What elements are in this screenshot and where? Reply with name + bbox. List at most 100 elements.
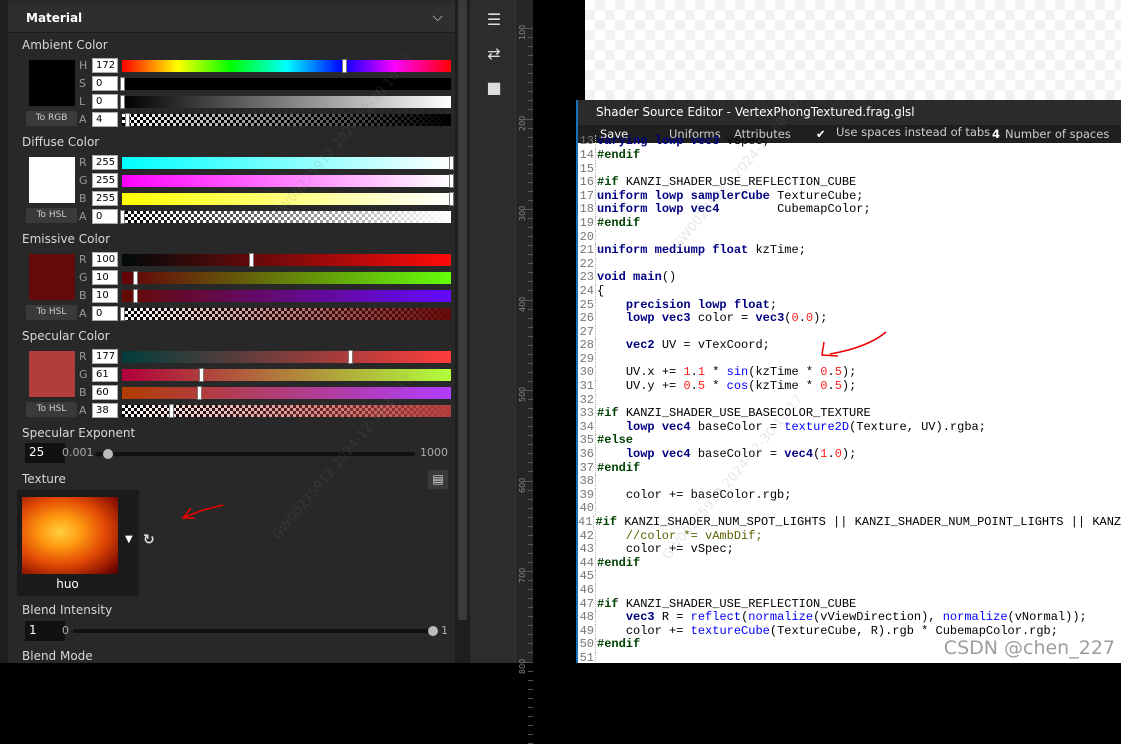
- ambient-s-slider[interactable]: [120, 77, 451, 91]
- code-line[interactable]: 47 #if KANZI_SHADER_USE_REFLECTION_CUBE: [578, 597, 1121, 612]
- emissive-r-input[interactable]: 100: [92, 252, 118, 267]
- slider-knob[interactable]: [428, 626, 438, 636]
- blend-intensity-input[interactable]: 1: [25, 621, 65, 641]
- ambient-convert-button[interactable]: To RGB: [26, 111, 77, 126]
- code-text[interactable]: UV.y += 0.5 * cos(kzTime * 0.5);: [597, 379, 857, 394]
- slider-thumb[interactable]: [120, 77, 125, 91]
- slider-thumb[interactable]: [198, 368, 204, 382]
- code-line[interactable]: 33 #if KANZI_SHADER_USE_BASECOLOR_TEXTURE: [578, 406, 1121, 421]
- code-text[interactable]: #else: [597, 434, 633, 448]
- code-area[interactable]: 13 varying lowp vec3 vSpec; 14 #endif 15 16 #i…: [578, 135, 1121, 663]
- slider-thumb[interactable]: [120, 210, 125, 224]
- code-line[interactable]: 46: [578, 583, 1121, 598]
- code-text[interactable]: void main(): [597, 271, 676, 285]
- code-text[interactable]: {: [597, 284, 604, 299]
- specular-color-swatch[interactable]: [29, 351, 75, 397]
- code-text[interactable]: lowp vec3 color = vec3(0.0);: [597, 311, 828, 326]
- code-line[interactable]: 34 lowp vec4 baseColor = texture2D(Textu…: [578, 420, 1121, 435]
- diffuse-a-input[interactable]: 0: [92, 209, 118, 224]
- code-line[interactable]: 39 color += baseColor.rgb;: [578, 488, 1121, 503]
- node-tree-icon[interactable]: ⇄: [484, 44, 504, 63]
- code-text[interactable]: #endif: [597, 638, 640, 652]
- diffuse-r-slider[interactable]: [122, 156, 454, 170]
- diffuse-convert-button[interactable]: To HSL: [26, 208, 77, 223]
- code-line[interactable]: 14 #endif: [578, 148, 1121, 163]
- code-text[interactable]: vec2 UV = vTexCoord;: [597, 338, 770, 353]
- code-line[interactable]: 40: [578, 502, 1121, 517]
- emissive-a-slider[interactable]: [120, 307, 451, 321]
- texture-thumbnail-box[interactable]: huo: [17, 490, 139, 596]
- code-text[interactable]: #endif: [597, 461, 640, 476]
- slider-thumb[interactable]: [125, 113, 131, 127]
- code-line[interactable]: 42 //color *= vAmbDif;: [578, 529, 1121, 544]
- slider-thumb[interactable]: [348, 350, 354, 364]
- camera-icon[interactable]: ■: [484, 78, 504, 97]
- material-header[interactable]: Material ⌵: [8, 3, 455, 33]
- slider-thumb[interactable]: [169, 404, 175, 418]
- code-text[interactable]: vec3 R = reflect(normalize(vViewDirectio…: [597, 610, 1087, 625]
- blend-intensity-slider[interactable]: [73, 629, 433, 633]
- code-text[interactable]: color += vSpec;: [597, 542, 734, 557]
- diffuse-a-slider[interactable]: [120, 210, 451, 224]
- diffuse-b-slider[interactable]: [122, 192, 454, 206]
- slider-thumb[interactable]: [120, 95, 125, 109]
- texture-browser-icon[interactable]: ▤: [428, 470, 448, 489]
- code-line[interactable]: 36 lowp vec4 baseColor = vec4(1.0);: [578, 447, 1121, 462]
- specular-convert-button[interactable]: To HSL: [26, 402, 77, 417]
- code-line[interactable]: 44 #endif: [578, 556, 1121, 571]
- code-line[interactable]: 35 #else: [578, 434, 1121, 449]
- ambient-l-slider[interactable]: [120, 95, 451, 109]
- ambient-color-swatch[interactable]: [29, 60, 75, 106]
- code-line[interactable]: 37 #endif: [578, 461, 1121, 476]
- code-line[interactable]: 19 #endif: [578, 216, 1121, 231]
- code-line[interactable]: 25 precision lowp float;: [578, 298, 1121, 313]
- specular-r-input[interactable]: 177: [92, 349, 118, 364]
- slider-thumb[interactable]: [449, 174, 454, 188]
- ambient-a-slider[interactable]: [122, 113, 451, 127]
- specular-g-slider[interactable]: [122, 368, 451, 382]
- specular-a-input[interactable]: 38: [92, 403, 118, 418]
- slider-thumb[interactable]: [132, 271, 138, 285]
- emissive-color-swatch[interactable]: [29, 254, 75, 300]
- code-text[interactable]: #endif: [597, 556, 640, 571]
- code-text[interactable]: //color *= vAmbDif;: [597, 529, 763, 544]
- code-line[interactable]: 41 #if KANZI_SHADER_NUM_SPOT_LIGHTS || KA…: [578, 515, 1121, 530]
- code-line[interactable]: 31 UV.y += 0.5 * cos(kzTime * 0.5);: [578, 379, 1121, 394]
- code-line[interactable]: 17 uniform lowp samplerCube TextureCube;: [578, 189, 1121, 204]
- code-line[interactable]: 30 UV.x += 1.1 * sin(kzTime * 0.5);: [578, 366, 1121, 381]
- code-line[interactable]: 13 varying lowp vec3 vSpec;: [578, 135, 1121, 149]
- ambient-l-input[interactable]: 0: [92, 94, 118, 109]
- slider-knob[interactable]: [102, 449, 113, 459]
- code-line[interactable]: 20: [578, 230, 1121, 245]
- code-line[interactable]: 32: [578, 393, 1121, 408]
- layers-icon[interactable]: ☰: [484, 10, 504, 29]
- code-text[interactable]: #if KANZI_SHADER_USE_REFLECTION_CUBE: [597, 597, 856, 612]
- code-line[interactable]: 43 color += vSpec;: [578, 542, 1121, 557]
- code-line[interactable]: 21 uniform mediump float kzTime;: [578, 243, 1121, 258]
- slider-thumb[interactable]: [197, 386, 203, 400]
- code-line[interactable]: 24{: [578, 284, 1121, 299]
- slider-thumb[interactable]: [449, 156, 454, 170]
- emissive-a-input[interactable]: 0: [92, 306, 118, 321]
- code-line[interactable]: 15: [578, 162, 1121, 177]
- emissive-b-input[interactable]: 10: [92, 288, 118, 303]
- ambient-h-input[interactable]: 172: [92, 58, 118, 73]
- chevron-down-icon[interactable]: ⌵: [432, 9, 443, 25]
- code-text[interactable]: color += baseColor.rgb;: [597, 488, 792, 503]
- specular-b-slider[interactable]: [122, 386, 451, 400]
- code-text[interactable]: #if KANZI_SHADER_USE_BASECOLOR_TEXTURE: [597, 406, 871, 421]
- code-text[interactable]: UV.x += 1.1 * sin(kzTime * 0.5);: [597, 366, 857, 380]
- code-line[interactable]: 26 lowp vec3 color = vec3(0.0);: [578, 311, 1121, 326]
- code-text[interactable]: #if KANZI_SHADER_NUM_SPOT_LIGHTS || KANZ…: [595, 515, 1121, 530]
- reset-icon[interactable]: ↻: [143, 532, 155, 548]
- specular-exponent-input[interactable]: 25: [25, 443, 65, 463]
- specular-exponent-slider[interactable]: [95, 452, 415, 456]
- code-text[interactable]: #if KANZI_SHADER_USE_REFLECTION_CUBE: [597, 175, 856, 190]
- specular-a-slider[interactable]: [122, 404, 451, 418]
- diffuse-color-swatch[interactable]: [29, 157, 75, 203]
- preview-canvas[interactable]: [585, 0, 1121, 110]
- slider-thumb[interactable]: [449, 192, 454, 206]
- code-text[interactable]: lowp vec4 baseColor = vec4(1.0);: [597, 447, 856, 462]
- code-line[interactable]: 48 vec3 R = reflect(normalize(vViewDirec…: [578, 610, 1121, 625]
- diffuse-g-slider[interactable]: [122, 174, 454, 188]
